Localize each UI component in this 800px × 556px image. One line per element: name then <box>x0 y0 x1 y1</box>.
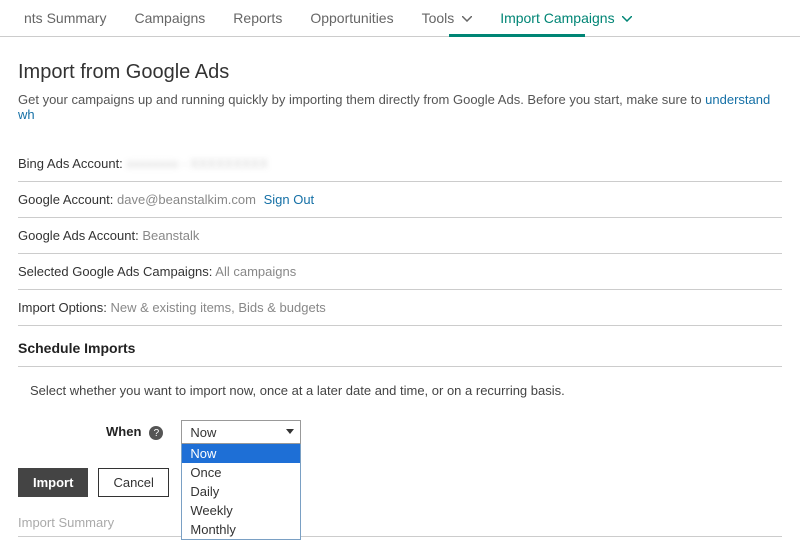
dropdown-option-once[interactable]: Once <box>182 463 300 482</box>
when-label: When <box>106 420 141 439</box>
row-google-ads-account: Google Ads Account: Beanstalk <box>18 218 782 254</box>
when-select-value: Now <box>190 425 216 440</box>
dropdown-option-monthly[interactable]: Monthly <box>182 520 300 539</box>
import-button[interactable]: Import <box>18 468 88 497</box>
intro-text: Get your campaigns up and running quickl… <box>18 92 782 122</box>
nav-reports[interactable]: Reports <box>219 0 296 36</box>
active-tab-underline <box>449 34 585 37</box>
row-bing-account: Bing Ads Account: xxxxxxxx - XXXXXXXXX <box>18 146 782 182</box>
dropdown-option-weekly[interactable]: Weekly <box>182 501 300 520</box>
dropdown-option-daily[interactable]: Daily <box>182 482 300 501</box>
schedule-imports-header: Schedule Imports <box>18 326 782 367</box>
import-options-value: New & existing items, Bids & budgets <box>110 300 325 315</box>
top-navigation: nts Summary Campaigns Reports Opportunit… <box>0 0 800 37</box>
when-select[interactable]: Now <box>181 420 301 444</box>
dropdown-option-now[interactable]: Now <box>182 444 300 463</box>
when-row: When ? Now Now Once Daily Weekly Monthly <box>18 420 782 444</box>
sign-out-link[interactable]: Sign Out <box>264 192 315 207</box>
nav-import-campaigns-label: Import Campaigns <box>500 10 614 26</box>
row-import-options: Import Options: New & existing items, Bi… <box>18 290 782 326</box>
nav-tools-label: Tools <box>422 10 455 26</box>
google-account-label: Google Account: <box>18 192 117 207</box>
cancel-button[interactable]: Cancel <box>98 468 168 497</box>
page-title: Import from Google Ads <box>18 61 782 84</box>
when-select-wrapper: Now Now Once Daily Weekly Monthly <box>181 420 301 444</box>
chevron-down-icon <box>622 10 632 26</box>
nav-accounts-summary[interactable]: nts Summary <box>10 0 120 36</box>
intro-prefix: Get your campaigns up and running quickl… <box>18 92 705 107</box>
google-ads-account-label: Google Ads Account: <box>18 228 142 243</box>
bing-account-label: Bing Ads Account: <box>18 156 126 171</box>
google-ads-account-value: Beanstalk <box>142 228 199 243</box>
caret-down-icon <box>286 429 294 435</box>
import-options-label: Import Options: <box>18 300 110 315</box>
help-icon[interactable]: ? <box>149 426 163 440</box>
main-content: Import from Google Ads Get your campaign… <box>0 37 800 547</box>
row-selected-campaigns: Selected Google Ads Campaigns: All campa… <box>18 254 782 290</box>
import-summary-header: Import Summary <box>18 497 782 537</box>
google-account-value: dave@beanstalkim.com <box>117 192 256 207</box>
bing-account-value: xxxxxxxx - XXXXXXXXX <box>126 156 268 171</box>
when-dropdown: Now Once Daily Weekly Monthly <box>181 444 301 540</box>
selected-campaigns-label: Selected Google Ads Campaigns: <box>18 264 215 279</box>
schedule-description: Select whether you want to import now, o… <box>18 367 782 420</box>
chevron-down-icon <box>462 10 472 26</box>
row-google-account: Google Account: dave@beanstalkim.com Sig… <box>18 182 782 218</box>
button-row: Import Cancel <box>18 444 782 497</box>
nav-campaigns[interactable]: Campaigns <box>120 0 219 36</box>
selected-campaigns-value: All campaigns <box>215 264 296 279</box>
nav-tools[interactable]: Tools <box>408 0 487 36</box>
nav-import-campaigns[interactable]: Import Campaigns <box>486 0 646 36</box>
nav-opportunities[interactable]: Opportunities <box>296 0 407 36</box>
